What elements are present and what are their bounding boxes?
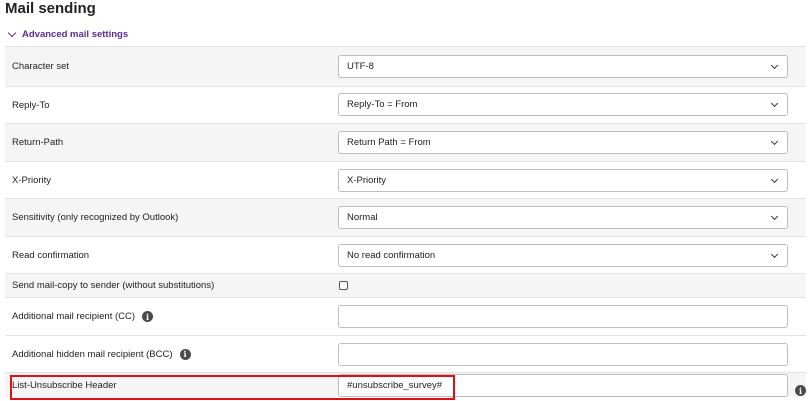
row-cc: Additional mail recipient (CC) i <box>5 297 806 335</box>
page-title: Mail sending <box>5 0 96 17</box>
bcc-label: Additional hidden mail recipient (BCC) i <box>12 336 191 372</box>
cc-label-text: Additional mail recipient (CC) <box>12 311 136 322</box>
row-sensitivity: Sensitivity (only recognized by Outlook)… <box>5 198 806 236</box>
character-set-value: UTF-8 <box>347 61 374 72</box>
return-path-value: Return Path = From <box>347 137 431 148</box>
row-read-confirmation: Read confirmation No read confirmation <box>5 236 806 273</box>
row-copy-to-sender: Send mail-copy to sender (without substi… <box>5 273 806 297</box>
info-icon[interactable]: i <box>795 385 806 396</box>
row-return-path: Return-Path Return Path = From <box>5 123 806 161</box>
row-x-priority: X-Priority X-Priority <box>5 161 806 198</box>
character-set-select[interactable]: UTF-8 <box>338 55 788 78</box>
bcc-label-text: Additional hidden mail recipient (BCC) <box>12 348 173 360</box>
advanced-settings-table: Character set UTF-8 Reply-To Reply-To = … <box>5 46 806 397</box>
sensitivity-value: Normal <box>347 212 378 223</box>
row-bcc: Additional hidden mail recipient (BCC) i <box>5 335 806 372</box>
row-list-unsubscribe: List-Unsubscribe Header <box>5 372 806 397</box>
list-unsubscribe-label: List-Unsubscribe Header <box>12 379 117 391</box>
return-path-label: Return-Path <box>12 137 64 148</box>
advanced-mail-settings-toggle[interactable]: Advanced mail settings <box>7 27 128 41</box>
read-confirmation-select[interactable]: No read confirmation <box>338 244 788 267</box>
read-confirmation-label: Read confirmation <box>12 249 90 261</box>
chevron-down-icon <box>770 212 779 221</box>
sensitivity-select[interactable]: Normal <box>338 206 788 229</box>
return-path-select[interactable]: Return Path = From <box>338 131 788 154</box>
bcc-input[interactable] <box>338 343 788 366</box>
row-character-set: Character set UTF-8 <box>5 46 806 86</box>
info-icon[interactable]: i <box>142 311 154 322</box>
cc-label: Additional mail recipient (CC) i <box>12 298 154 335</box>
chevron-down-icon <box>770 175 779 184</box>
chevron-down-icon <box>770 99 779 108</box>
chevron-down-icon <box>770 250 779 259</box>
x-priority-label: X-Priority <box>12 174 52 186</box>
row-reply-to: Reply-To Reply-To = From <box>5 86 806 123</box>
read-confirmation-value: No read confirmation <box>347 250 436 261</box>
sensitivity-label: Sensitivity (only recognized by Outlook) <box>12 212 179 223</box>
copy-to-sender-label: Send mail-copy to sender (without substi… <box>12 280 215 291</box>
chevron-down-icon <box>770 61 779 70</box>
info-icon[interactable]: i <box>179 348 191 360</box>
copy-to-sender-checkbox[interactable] <box>339 281 348 290</box>
reply-to-value: Reply-To = From <box>347 99 418 110</box>
list-unsubscribe-input[interactable] <box>338 374 788 397</box>
cc-input[interactable] <box>338 305 788 328</box>
reply-to-label: Reply-To <box>12 99 50 111</box>
section-toggle-label: Advanced mail settings <box>22 28 129 40</box>
character-set-label: Character set <box>12 61 70 72</box>
x-priority-value: X-Priority <box>347 175 387 186</box>
reply-to-select[interactable]: Reply-To = From <box>338 93 788 116</box>
x-priority-select[interactable]: X-Priority <box>338 169 788 192</box>
chevron-down-icon <box>7 28 17 37</box>
chevron-down-icon <box>770 137 779 146</box>
